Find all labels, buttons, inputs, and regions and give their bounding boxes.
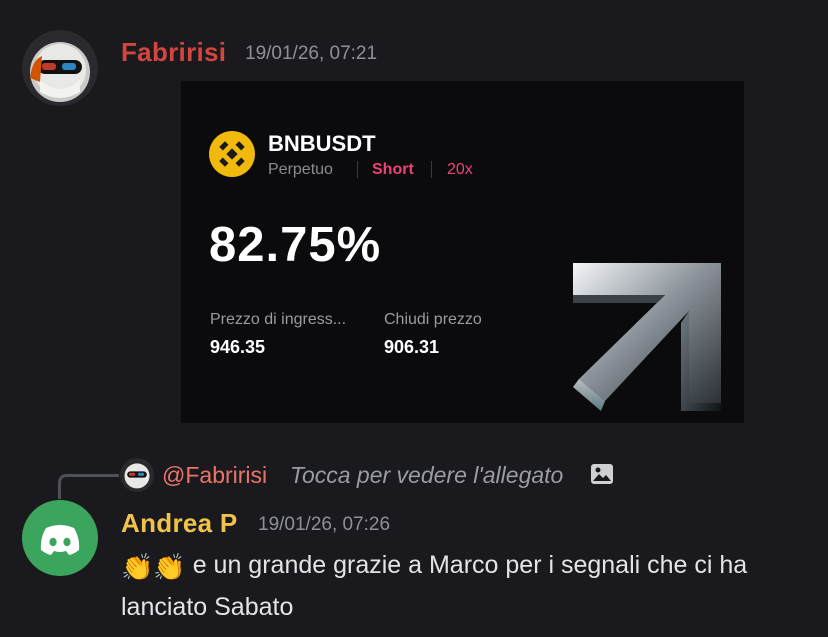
divider xyxy=(431,161,432,178)
author-name[interactable]: Andrea P xyxy=(121,508,238,539)
attachment-image[interactable]: BNBUSDT Perpetuo Short 20x 82.75% Prezzo… xyxy=(181,81,744,423)
reply-preview-text[interactable]: Tocca per vedere l'allegato xyxy=(290,462,563,489)
reply-mention[interactable]: @Fabririsi xyxy=(162,462,267,489)
avatar-andrea[interactable] xyxy=(22,500,98,576)
astronaut-avatar-icon xyxy=(22,30,98,106)
trading-pair: BNBUSDT xyxy=(268,131,376,156)
astronaut-avatar-icon xyxy=(120,458,154,492)
leverage: 20x xyxy=(447,161,473,178)
close-price-label: Chiudi prezzo xyxy=(384,311,482,328)
bnb-coin-icon xyxy=(209,131,255,177)
arrow-logo-icon xyxy=(573,263,721,411)
entry-price-value: 946.35 xyxy=(210,337,266,357)
contract-type: Perpetuo xyxy=(268,161,333,178)
discord-icon xyxy=(40,525,80,555)
clapping-hands-emoji: 👏👏 xyxy=(121,552,186,582)
avatar-fabririsi[interactable] xyxy=(22,30,98,106)
divider xyxy=(357,161,358,178)
author-name[interactable]: Fabririsi xyxy=(121,37,226,68)
reply-connector xyxy=(58,474,119,499)
message-timestamp: 19/01/26, 07:26 xyxy=(258,514,391,535)
entry-price-label: Prezzo di ingress... xyxy=(210,311,347,328)
pnl-percent: 82.75% xyxy=(209,218,382,272)
message-timestamp: 19/01/26, 07:21 xyxy=(245,43,378,64)
position-side: Short xyxy=(372,161,414,178)
image-icon xyxy=(591,464,613,484)
close-price-value: 906.31 xyxy=(384,337,440,357)
reply-avatar[interactable] xyxy=(120,458,154,492)
message-text: e un grande grazie a Marco per i segnali… xyxy=(121,551,748,621)
message-content: 👏👏 e un grande grazie a Marco per i segn… xyxy=(121,545,821,627)
